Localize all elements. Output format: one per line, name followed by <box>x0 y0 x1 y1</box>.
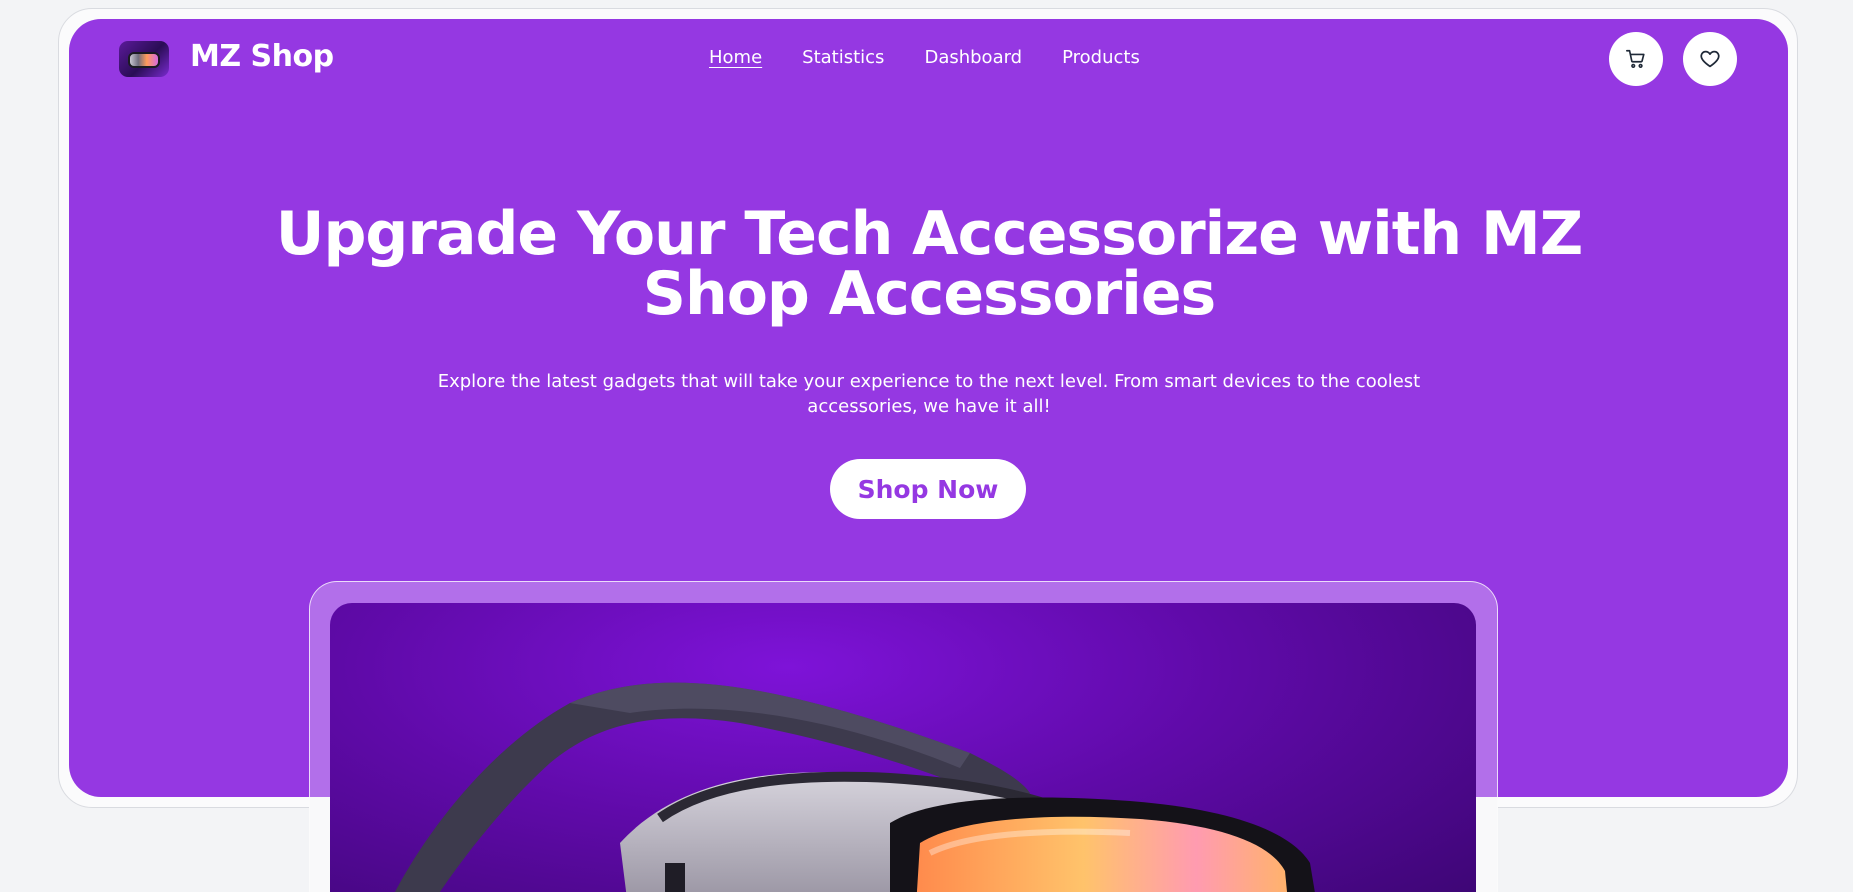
nav-link-products[interactable]: Products <box>1062 47 1140 68</box>
logo-icon[interactable] <box>119 41 169 77</box>
shop-now-button[interactable]: Shop Now <box>830 459 1026 519</box>
hero-headline-line2: Shop Accessories <box>642 259 1216 329</box>
navbar: MZ Shop Home Statistics Dashboard Produc… <box>69 19 1788 99</box>
hero-headline: Upgrade Your Tech Accessorize with MZ Sh… <box>229 204 1629 324</box>
hero-subtitle-line2: accessories, we have it all! <box>807 396 1051 417</box>
cart-button[interactable] <box>1609 32 1663 86</box>
main-nav: Home Statistics Dashboard Products <box>709 47 1140 68</box>
vr-goggle-graphic <box>128 52 160 68</box>
nav-link-home[interactable]: Home <box>709 47 762 68</box>
cart-icon <box>1626 49 1645 68</box>
nav-link-dashboard[interactable]: Dashboard <box>924 47 1022 68</box>
banner-image <box>330 603 1476 892</box>
heart-icon <box>1700 50 1720 68</box>
vr-headset-icon <box>394 682 1315 892</box>
hero-subtitle: Explore the latest gadgets that will tak… <box>429 369 1429 419</box>
nav-link-statistics[interactable]: Statistics <box>802 47 884 68</box>
wishlist-button[interactable] <box>1683 32 1737 86</box>
hero-subtitle-line1: Explore the latest gadgets that will tak… <box>437 371 1421 392</box>
brand-name[interactable]: MZ Shop <box>190 39 334 74</box>
